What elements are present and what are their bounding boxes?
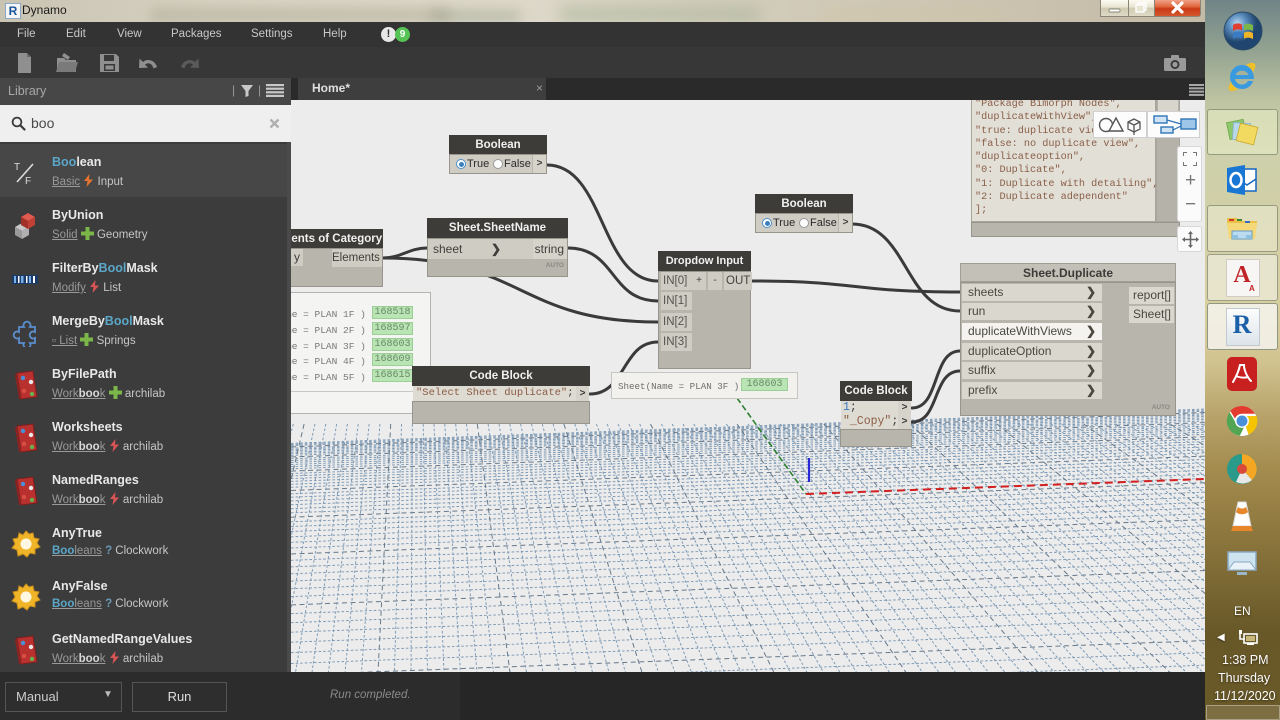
svg-text:T: T <box>14 162 20 173</box>
svg-text:F: F <box>25 176 31 187</box>
